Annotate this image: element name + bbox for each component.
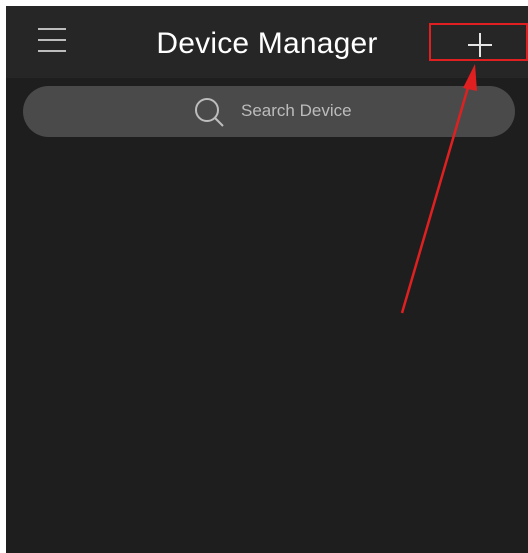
search-placeholder: Search Device (241, 101, 352, 120)
plus-icon (468, 33, 492, 57)
search-input[interactable]: Search Device (23, 86, 515, 137)
top-bar: Device Manager (6, 6, 528, 78)
device-list (6, 144, 528, 553)
app-screen: Device Manager Search Device (6, 6, 528, 553)
add-device-button[interactable] (429, 23, 528, 61)
search-icon (195, 98, 224, 127)
menu-button[interactable] (36, 26, 70, 56)
